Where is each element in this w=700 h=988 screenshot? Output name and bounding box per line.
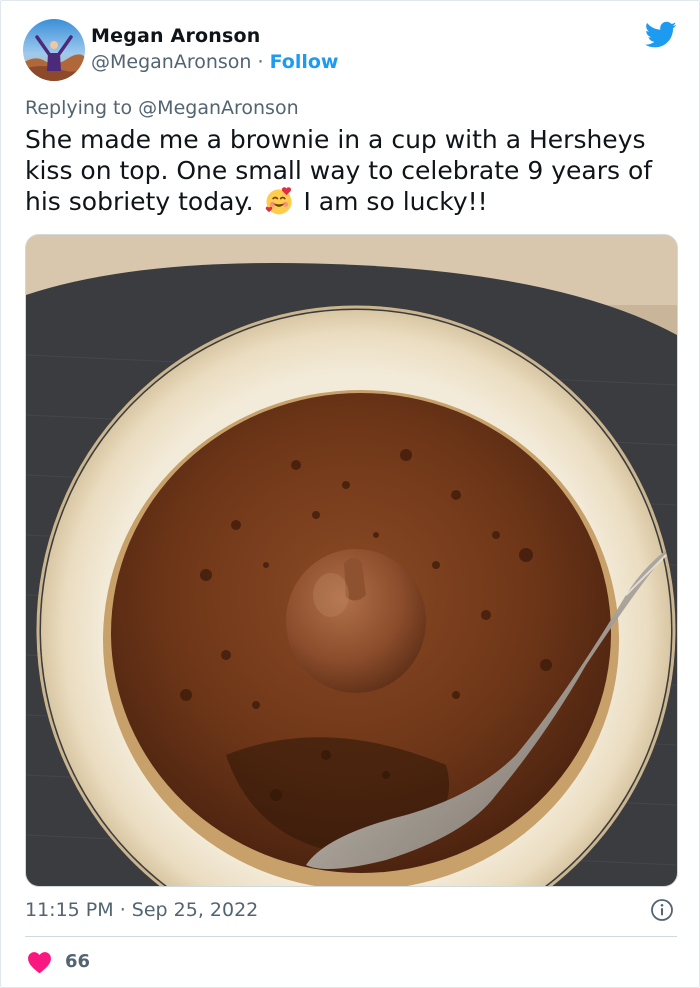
tweet-date: Sep 25, 2022 (131, 899, 259, 921)
tweet-text-part-2: I am so lucky!! (303, 187, 488, 216)
separator: · (119, 899, 126, 921)
author-handle[interactable]: @MeganAronson (91, 51, 251, 73)
heart-icon[interactable] (27, 950, 52, 974)
like-count[interactable]: 66 (65, 951, 90, 972)
smiling-face-with-hearts-icon (264, 186, 294, 216)
tweet-photo[interactable] (25, 234, 678, 887)
author-handle-row: @MeganAronson · Follow (91, 51, 339, 73)
tweet-timestamp[interactable]: 11:15 PM · Sep 25, 2022 (25, 899, 258, 921)
info-icon[interactable] (650, 898, 674, 922)
author-name[interactable]: Megan Aronson (91, 25, 261, 47)
divider (25, 936, 677, 937)
reply-handle-link[interactable]: @MeganAronson (138, 97, 298, 119)
reply-context: Replying to @MeganAronson (25, 97, 299, 119)
avatar[interactable] (23, 19, 85, 81)
reply-prefix: Replying to (25, 97, 133, 119)
tweet-card: Megan Aronson @MeganAronson · Follow Rep… (0, 0, 700, 988)
tweet-time: 11:15 PM (25, 899, 114, 921)
follow-button[interactable]: Follow (270, 51, 339, 73)
tweet-text: She made me a brownie in a cup with a He… (25, 124, 675, 217)
twitter-bird-icon[interactable] (644, 21, 677, 49)
separator: · (257, 51, 264, 73)
